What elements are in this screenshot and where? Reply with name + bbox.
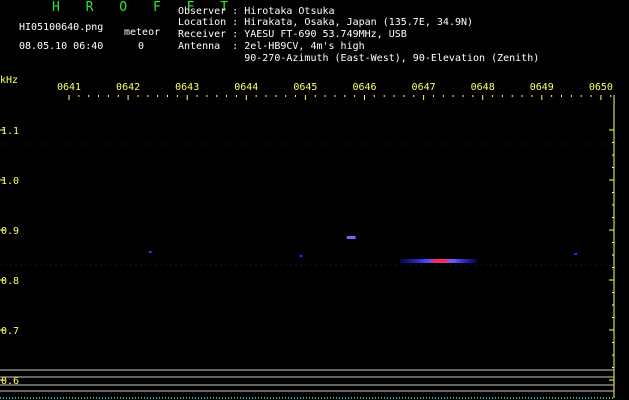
- x-tick-label: 0645: [293, 82, 317, 93]
- x-tick-label: 0643: [175, 82, 199, 93]
- signal-trace: [299, 255, 303, 257]
- x-tick-label: 0641: [57, 82, 81, 93]
- y-tick-label: 0.7: [1, 326, 19, 337]
- x-tick-label: 0647: [412, 82, 436, 93]
- x-tick-label: 0642: [116, 82, 140, 93]
- signal-trace: [574, 253, 578, 255]
- signal-trace: [148, 251, 152, 253]
- x-tick-label: 0644: [234, 82, 258, 93]
- spectrogram-plot: 0641 0642 0643 0644 0645 0646 0647 0648 0649 0650…: [0, 82, 615, 399]
- y-tick-label: 0.9: [1, 226, 19, 237]
- x-tick-label: 0650: [589, 82, 613, 93]
- signal-trace: [346, 236, 356, 239]
- x-tick-label: 0648: [471, 82, 495, 93]
- x-tick-label: 0646: [352, 82, 376, 93]
- y-tick-label: 0.8: [1, 276, 19, 287]
- y-tick-label: 1.1: [1, 126, 19, 137]
- signal-peak: [430, 260, 447, 262]
- y-tick-label: 1.0: [1, 176, 19, 187]
- x-tick-label: 0649: [530, 82, 554, 93]
